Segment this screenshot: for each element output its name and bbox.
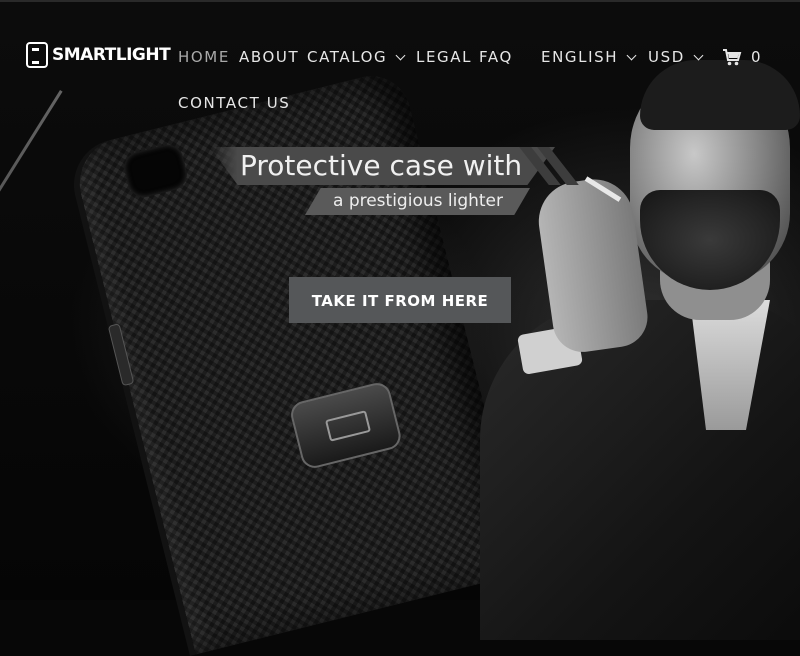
hero-subtitle: a prestigious lighter [333,191,504,211]
logo-text: SMARTLIGHT [52,45,171,65]
chevron-down-icon [693,50,704,61]
language-selector[interactable]: ENGLISH [541,48,637,66]
chevron-down-icon [626,50,637,61]
nav-catalog[interactable]: CATALOG [307,48,406,66]
cart-icon[interactable] [722,48,742,66]
nav-about[interactable]: ABOUT [239,48,299,66]
hero-title: Protective case with [240,149,523,182]
language-label: ENGLISH [541,48,619,66]
lighter-clip [288,380,404,471]
site-logo[interactable]: SMARTLIGHT [26,42,171,68]
camera-cutout [120,141,191,201]
nav-catalog-label: CATALOG [307,48,388,66]
currency-selector[interactable]: USD [648,48,704,66]
model-hair [640,60,800,130]
lighter-coil [324,410,372,442]
currency-label: USD [648,48,685,66]
nav-home[interactable]: HOME [178,48,230,66]
chevron-down-icon [395,50,406,61]
nav-contact[interactable]: CONTACT US [178,94,290,112]
nav-faq[interactable]: FAQ [479,48,513,66]
nav-legal[interactable]: LEGAL [416,48,472,66]
logo-mark-icon [26,42,48,68]
cart-count: 0 [751,48,761,66]
top-border [0,0,800,2]
take-it-from-here-button[interactable]: TAKE IT FROM HERE [289,277,511,323]
